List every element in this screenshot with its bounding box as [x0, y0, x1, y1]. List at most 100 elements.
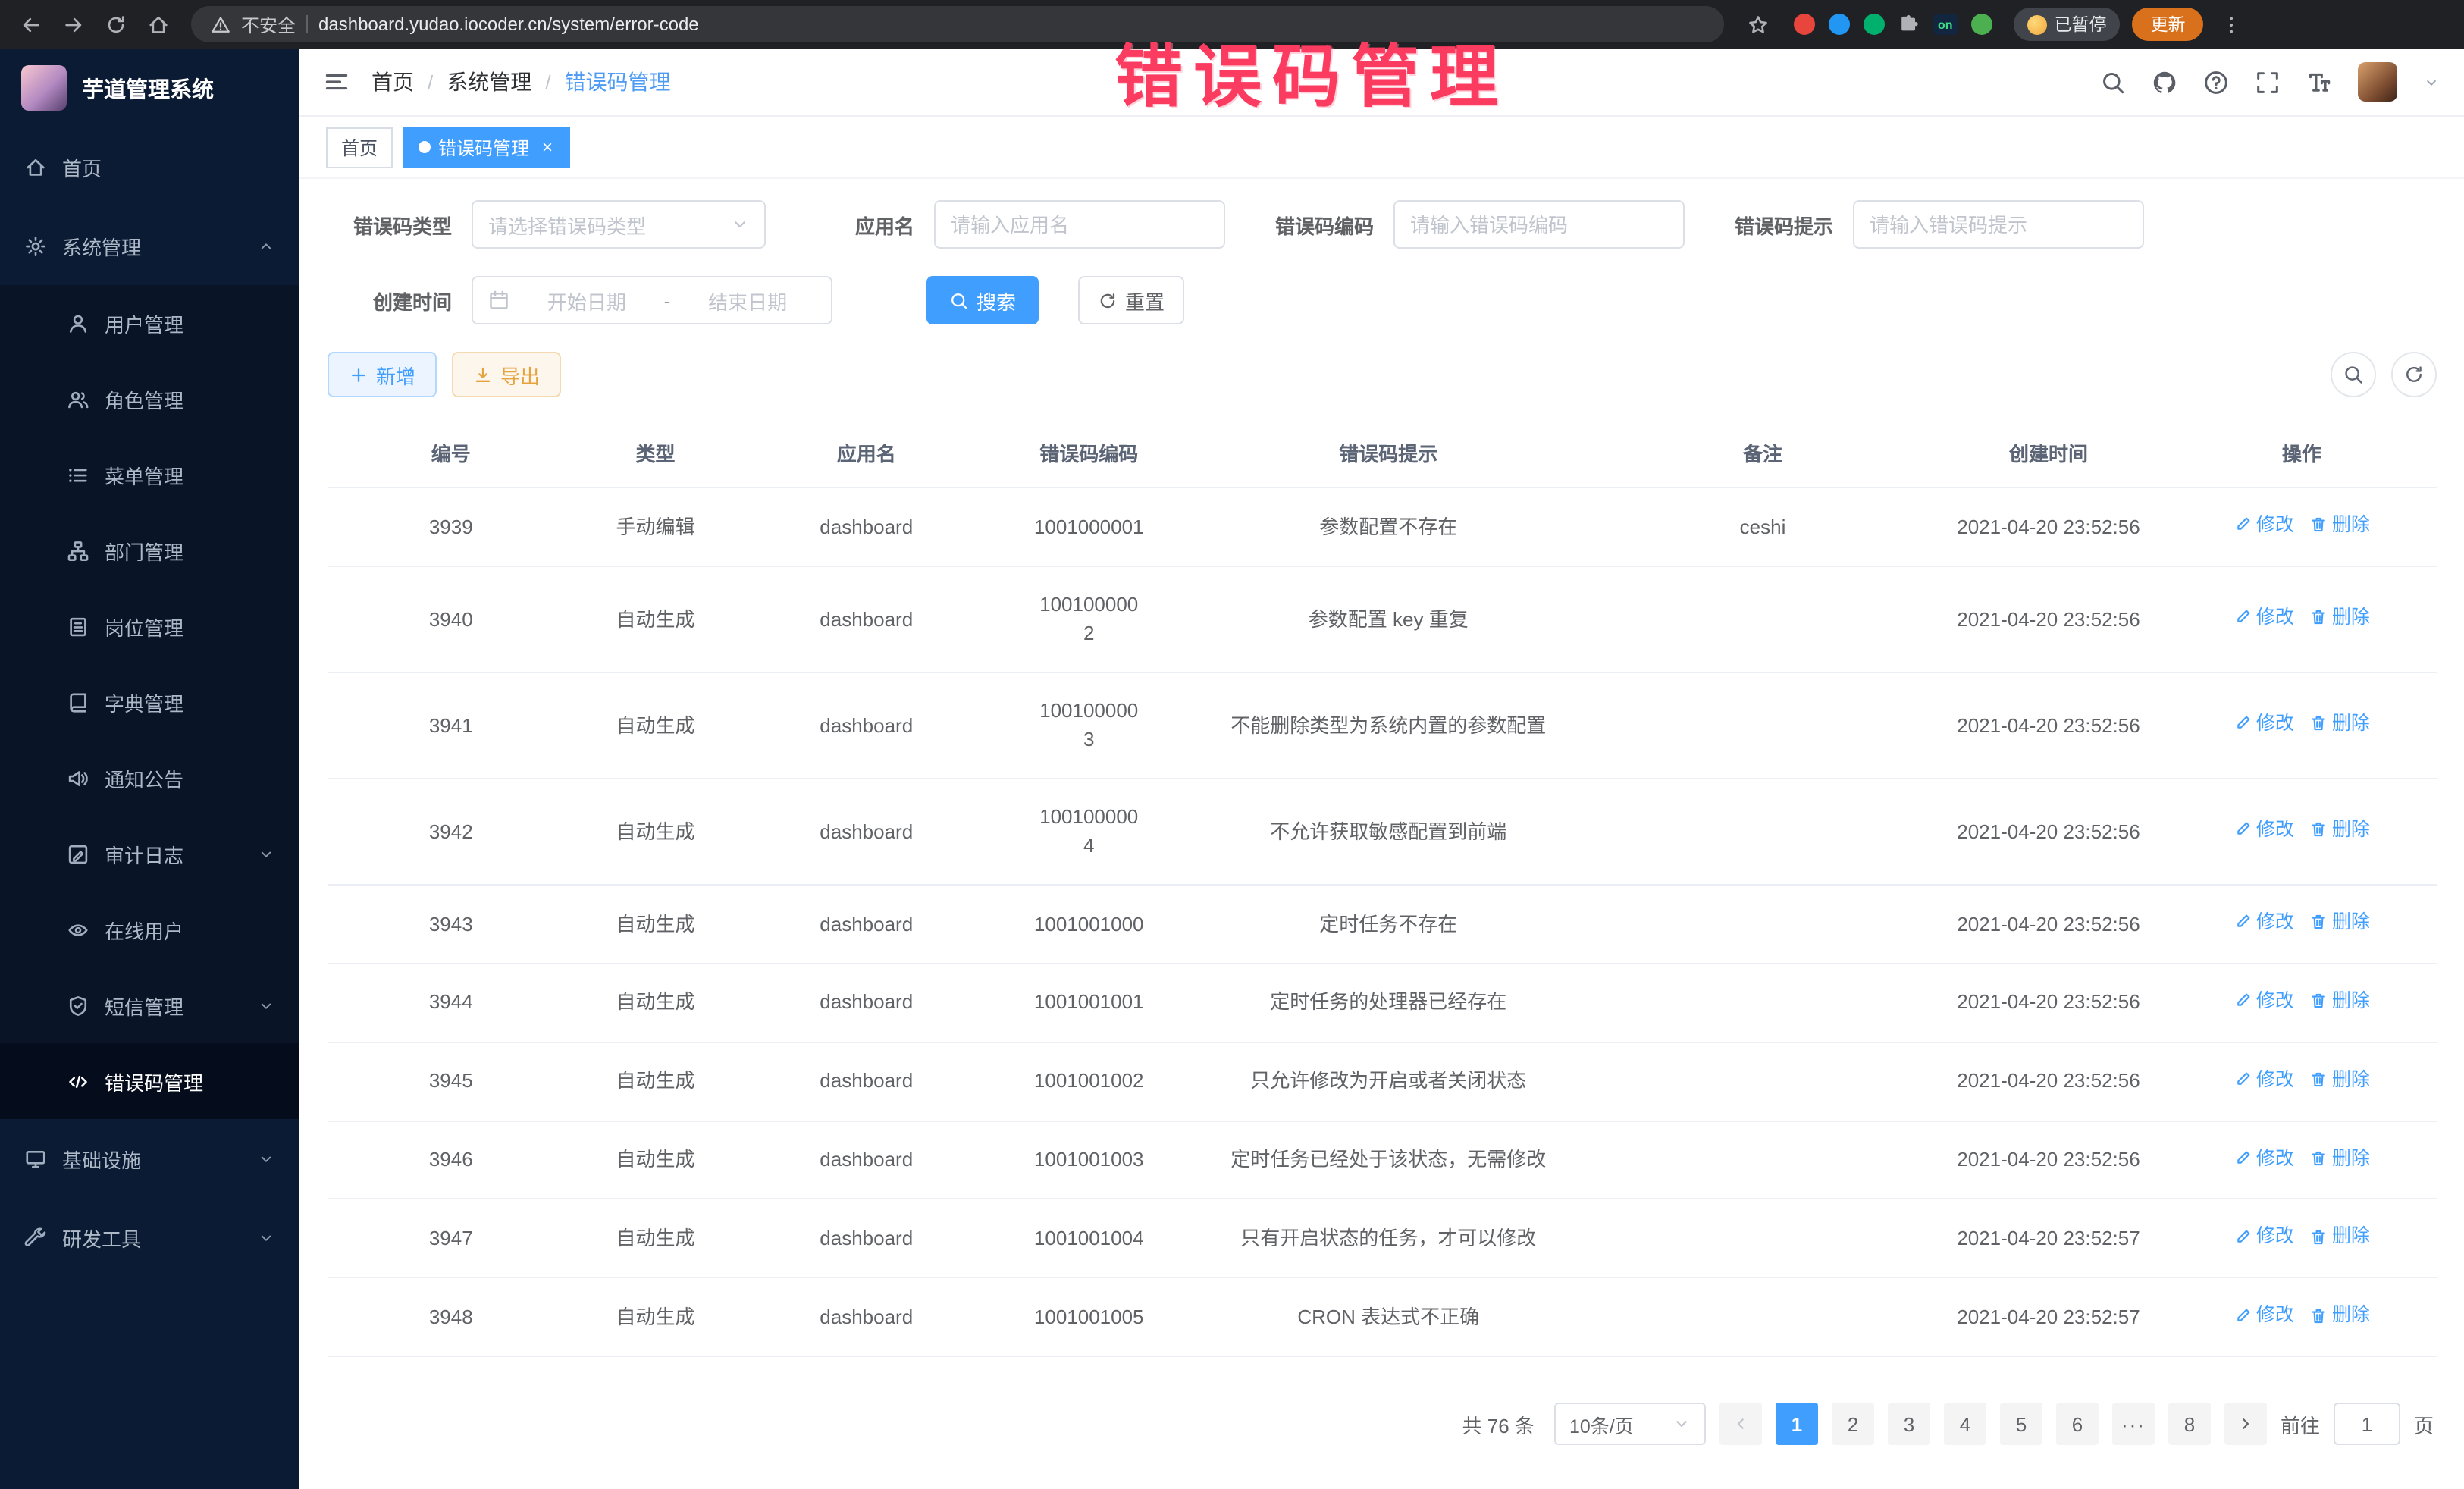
logo[interactable]: 芋道管理系统 [0, 49, 299, 127]
edit-link[interactable]: 修改 [2234, 603, 2294, 632]
error-type-select[interactable]: 请选择错误码类型 [472, 200, 766, 249]
prev-page-button[interactable] [1719, 1403, 1762, 1445]
reset-button[interactable]: 重置 [1078, 276, 1184, 324]
sidebar-item-3[interactable]: 用户管理 [0, 285, 299, 361]
sidebar-item-1[interactable]: 首页 [0, 127, 299, 206]
refresh-table-button[interactable] [2391, 352, 2437, 397]
bookmark-star-icon[interactable] [1742, 9, 1773, 39]
browser-home-icon[interactable] [143, 9, 173, 39]
caret-down-icon[interactable] [2423, 74, 2440, 90]
avatar[interactable] [2358, 62, 2397, 102]
edit-link[interactable]: 修改 [2234, 1302, 2294, 1331]
extension-icon-leaf[interactable] [1971, 14, 1992, 35]
sidebar-item-label: 角色管理 [105, 384, 274, 413]
sidebar-item-9[interactable]: 通知公告 [0, 740, 299, 816]
edit-link[interactable]: 修改 [2234, 908, 2294, 937]
delete-link[interactable]: 删除 [2309, 908, 2370, 937]
edit-link[interactable]: 修改 [2234, 511, 2294, 540]
sidebar-item-15[interactable]: 研发工具 [0, 1198, 299, 1277]
cell-time: 2021-04-20 23:52:56 [1930, 487, 2167, 566]
address-bar[interactable]: 不安全 dashboard.yudao.iocoder.cn/system/er… [191, 6, 1724, 42]
cell-id: 3939 [328, 487, 574, 566]
search-button[interactable]: 搜索 [926, 276, 1039, 324]
sidebar-item-4[interactable]: 角色管理 [0, 361, 299, 437]
cell-id: 3944 [328, 964, 574, 1042]
cell-actions: 修改删除 [2167, 1121, 2437, 1199]
delete-link[interactable]: 删除 [2309, 816, 2370, 845]
toggle-search-button[interactable] [2331, 352, 2376, 397]
browser-menu-icon[interactable] [2216, 9, 2246, 39]
page-size-select[interactable]: 10条/页 [1554, 1403, 1706, 1445]
cell-type: 自动生成 [574, 1121, 736, 1199]
sidebar-item-6[interactable]: 部门管理 [0, 513, 299, 588]
edit-link[interactable]: 修改 [2234, 987, 2294, 1016]
reload-icon[interactable] [100, 9, 130, 39]
goto-page-input[interactable] [2334, 1403, 2400, 1445]
sidebar-item-13[interactable]: 错误码管理 [0, 1043, 299, 1119]
sidebar-item-12[interactable]: 短信管理 [0, 967, 299, 1043]
breadcrumb-system[interactable]: 系统管理 [447, 67, 531, 97]
sidebar-item-2[interactable]: 系统管理 [0, 206, 299, 285]
extension-on-icon[interactable]: on [1933, 14, 1958, 35]
sidebar-item-14[interactable]: 基础设施 [0, 1119, 299, 1198]
divider [306, 15, 308, 33]
delete-link[interactable]: 删除 [2309, 987, 2370, 1016]
github-icon[interactable] [2152, 69, 2177, 95]
app-name-input[interactable] [934, 200, 1225, 249]
delete-link[interactable]: 删除 [2309, 1302, 2370, 1331]
extensions-area: on [1794, 14, 1992, 35]
font-size-icon[interactable] [2306, 69, 2332, 95]
table-row: 3944自动生成dashboard1001001001定时任务的处理器已经存在2… [328, 964, 2437, 1042]
extensions-puzzle-icon[interactable] [1898, 14, 1920, 35]
export-button[interactable]: 导出 [452, 352, 561, 397]
table-row: 3942自动生成dashboard100100000 4不允许获取敏感配置到前端… [328, 779, 2437, 885]
edit-link[interactable]: 修改 [2234, 1065, 2294, 1094]
edit-link[interactable]: 修改 [2234, 1144, 2294, 1173]
next-page-button[interactable] [2224, 1403, 2267, 1445]
delete-link[interactable]: 删除 [2309, 710, 2370, 738]
error-code-input[interactable] [1393, 200, 1685, 249]
page-button-4[interactable]: 4 [1944, 1403, 1986, 1445]
search-icon[interactable] [2100, 69, 2126, 95]
breadcrumb-home[interactable]: 首页 [371, 67, 414, 97]
extension-icon-blue[interactable] [1829, 14, 1850, 35]
delete-link[interactable]: 删除 [2309, 1144, 2370, 1173]
extension-icon-green[interactable] [1864, 14, 1885, 35]
sidebar-item-10[interactable]: 审计日志 [0, 816, 299, 892]
page-button-6[interactable]: 6 [2056, 1403, 2099, 1445]
hamburger-icon[interactable] [323, 68, 350, 96]
delete-link[interactable]: 删除 [2309, 1223, 2370, 1252]
extension-icon-red[interactable] [1794, 14, 1815, 35]
page-button-5[interactable]: 5 [2000, 1403, 2042, 1445]
page-button-1[interactable]: 1 [1776, 1403, 1818, 1445]
date-range-picker[interactable]: 开始日期 - 结束日期 [472, 276, 832, 324]
page-button-3[interactable]: 3 [1888, 1403, 1930, 1445]
close-icon[interactable] [540, 139, 555, 155]
error-msg-input[interactable] [1853, 200, 2144, 249]
sidebar-item-5[interactable]: 菜单管理 [0, 437, 299, 513]
page-button-8[interactable]: 8 [2168, 1403, 2211, 1445]
pagination-more-button[interactable]: ··· [2112, 1403, 2155, 1445]
add-button[interactable]: 新增 [328, 352, 437, 397]
paused-badge[interactable]: 已暂停 [2014, 8, 2121, 41]
forward-icon[interactable] [58, 9, 88, 39]
tab-home[interactable]: 首页 [326, 127, 393, 168]
delete-link[interactable]: 删除 [2309, 1065, 2370, 1094]
edit-link[interactable]: 修改 [2234, 1223, 2294, 1252]
tab-error-code[interactable]: 错误码管理 [403, 127, 570, 168]
cell-remark [1595, 1121, 1930, 1199]
edit-link[interactable]: 修改 [2234, 710, 2294, 738]
sidebar-item-8[interactable]: 字典管理 [0, 664, 299, 740]
page-button-2[interactable]: 2 [1832, 1403, 1874, 1445]
cell-actions: 修改删除 [2167, 1042, 2437, 1121]
fullscreen-icon[interactable] [2255, 69, 2281, 95]
sidebar-item-11[interactable]: 在线用户 [0, 892, 299, 967]
help-icon[interactable] [2203, 69, 2229, 95]
cell-app: dashboard [737, 487, 996, 566]
back-icon[interactable] [15, 9, 45, 39]
delete-link[interactable]: 删除 [2309, 511, 2370, 540]
delete-link[interactable]: 删除 [2309, 603, 2370, 632]
update-button[interactable]: 更新 [2133, 8, 2204, 41]
sidebar-item-7[interactable]: 岗位管理 [0, 588, 299, 664]
edit-link[interactable]: 修改 [2234, 816, 2294, 845]
